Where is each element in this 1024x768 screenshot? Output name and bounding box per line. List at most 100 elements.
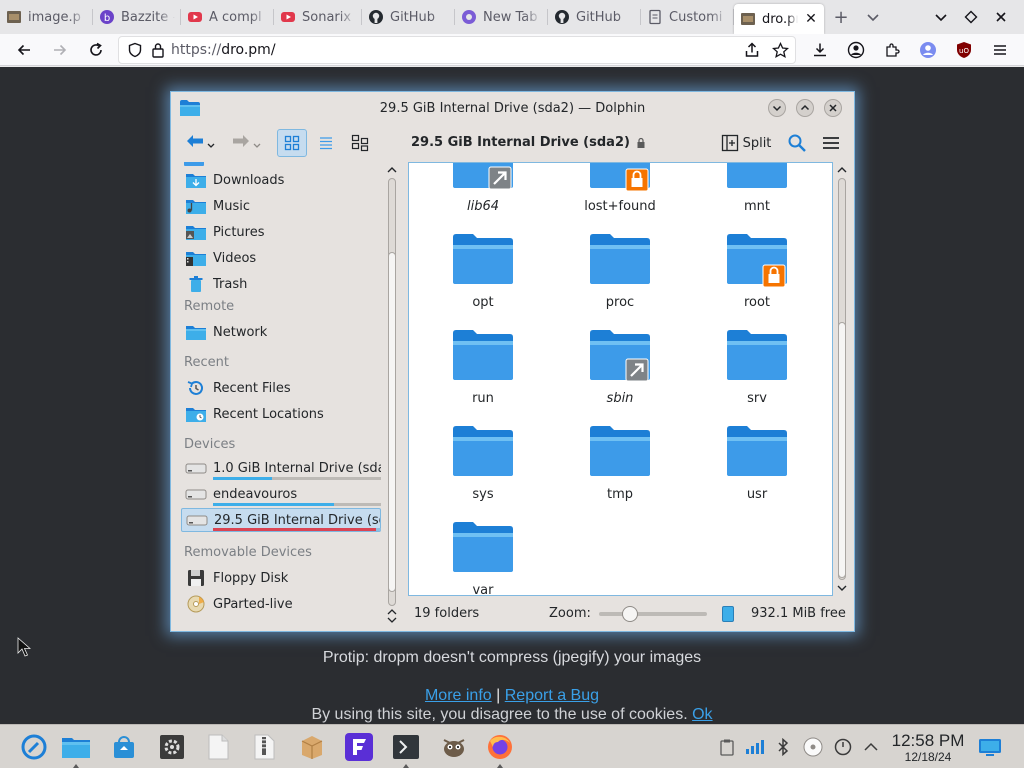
- icons-view-button[interactable]: [277, 129, 307, 157]
- folder-item-sys[interactable]: sys: [428, 421, 538, 513]
- padlock-icon[interactable]: [151, 42, 165, 58]
- forward-button[interactable]: [46, 36, 74, 64]
- ublock-button[interactable]: uO: [950, 36, 978, 64]
- sidebar-item-network[interactable]: Network: [181, 320, 381, 344]
- split-button[interactable]: Split: [717, 129, 775, 157]
- bookmark-star-icon[interactable]: [772, 41, 789, 59]
- zoom-slider-handle[interactable]: [622, 606, 638, 622]
- hamburger-menu-button[interactable]: [817, 129, 845, 157]
- dolphin-icon[interactable]: [58, 729, 94, 768]
- browser-tab[interactable]: Sonarix: [274, 0, 362, 34]
- report-bug-link[interactable]: Report a Bug: [505, 687, 599, 704]
- more-info-link[interactable]: More info: [425, 687, 492, 704]
- browser-tab[interactable]: New Tab: [455, 0, 548, 34]
- sidebar-item-music[interactable]: Music: [181, 194, 381, 218]
- konsole-icon[interactable]: [388, 729, 424, 768]
- sidebar-item-pictures[interactable]: Pictures: [181, 220, 381, 244]
- zoom-slider[interactable]: [599, 606, 707, 622]
- sidebar-item-trash[interactable]: Trash: [181, 272, 381, 296]
- endeavouros-welcome-icon[interactable]: [341, 729, 377, 765]
- svg-text:uO: uO: [959, 47, 969, 55]
- browser-tab[interactable]: A compl: [181, 0, 274, 34]
- discover-icon[interactable]: [106, 729, 142, 765]
- folder-item-root[interactable]: root: [702, 229, 812, 321]
- cookie-ok-link[interactable]: Ok: [692, 706, 712, 723]
- firefox-icon[interactable]: [482, 729, 518, 768]
- browser-tab[interactable]: GitHub: [548, 0, 641, 34]
- browser-tab[interactable]: GitHub: [362, 0, 455, 34]
- folder-item-proc[interactable]: proc: [565, 229, 675, 321]
- close-button[interactable]: [824, 99, 842, 117]
- optical-media-tray-icon[interactable]: [802, 736, 824, 758]
- tab-overflow-chevron-icon[interactable]: [858, 2, 888, 32]
- archive-icon[interactable]: [246, 729, 282, 765]
- folder-item-srv[interactable]: srv: [702, 325, 812, 417]
- profile-button[interactable]: [914, 36, 942, 64]
- file-view-scrollbar[interactable]: [835, 162, 849, 596]
- sidebar-item-videos[interactable]: Videos: [181, 246, 381, 270]
- browser-tab[interactable]: Customi: [641, 0, 734, 34]
- package-icon[interactable]: [294, 729, 330, 765]
- folder-item-usr[interactable]: usr: [702, 421, 812, 513]
- window-close-icon[interactable]: [986, 2, 1016, 32]
- folder-item-var[interactable]: var: [428, 517, 538, 595]
- forward-button[interactable]: [225, 129, 263, 157]
- sidebar-item-recent-locations[interactable]: Recent Locations: [181, 402, 381, 426]
- file-view-scroll-thumb[interactable]: [838, 322, 846, 578]
- share-icon[interactable]: [744, 42, 760, 58]
- new-tab-button[interactable]: +: [824, 2, 858, 32]
- list-all-tabs-chevron-icon[interactable]: [926, 2, 956, 32]
- folder-name: lib64: [466, 199, 500, 214]
- clock-time[interactable]: 12:58 PM: [890, 731, 966, 751]
- compact-view-button[interactable]: [345, 129, 375, 157]
- extensions-button[interactable]: [878, 36, 906, 64]
- folder-item-tmp[interactable]: tmp: [565, 421, 675, 513]
- folder-item-opt[interactable]: opt: [428, 229, 538, 321]
- file-view[interactable]: lib64 lost+found mnt opt proc root run sbin srv s…: [408, 162, 833, 596]
- tracking-protection-shield-icon[interactable]: [127, 42, 143, 58]
- back-button[interactable]: [10, 36, 38, 64]
- network-icon[interactable]: [744, 736, 766, 758]
- browser-tab-active[interactable]: dro.pr ✕: [734, 4, 824, 34]
- app-launcher-icon[interactable]: [16, 729, 52, 765]
- drive-usage-bar: [213, 528, 381, 531]
- folder-icon: [725, 163, 789, 193]
- folder-item-sbin[interactable]: sbin: [565, 325, 675, 417]
- folder-item-lib64[interactable]: lib64: [428, 163, 538, 225]
- sidebar-scroll-thumb[interactable]: [388, 252, 396, 592]
- downloads-button[interactable]: [806, 36, 834, 64]
- folder-item-mnt[interactable]: mnt: [702, 163, 812, 225]
- clipboard-icon[interactable]: [716, 736, 738, 758]
- folder-item-run[interactable]: run: [428, 325, 538, 417]
- location-label[interactable]: 29.5 GiB Internal Drive (sda2): [411, 135, 646, 150]
- folder-item-lost-found[interactable]: lost+found: [565, 163, 675, 225]
- text-editor-icon[interactable]: [200, 729, 236, 765]
- music-folder-icon: [185, 195, 207, 217]
- browser-tab[interactable]: image.p: [0, 0, 93, 34]
- sidebar-scrollbar[interactable]: [385, 162, 399, 624]
- reload-button[interactable]: [82, 36, 110, 64]
- bluetooth-icon[interactable]: [772, 736, 794, 758]
- account-button[interactable]: [842, 36, 870, 64]
- sidebar-item-recent-files[interactable]: Recent Files: [181, 376, 381, 400]
- clock-date[interactable]: 12/18/24: [890, 750, 966, 764]
- menu-button[interactable]: [986, 36, 1014, 64]
- power-profile-icon[interactable]: [832, 736, 854, 758]
- window-restore-icon[interactable]: [956, 2, 986, 32]
- maximize-button[interactable]: [796, 99, 814, 117]
- browser-tab[interactable]: b Bazzite –: [93, 0, 181, 34]
- back-button[interactable]: [181, 129, 219, 157]
- search-button[interactable]: [783, 129, 811, 157]
- url-bar[interactable]: https://dro.pm/: [118, 36, 796, 64]
- show-hidden-chevron-icon[interactable]: [860, 736, 882, 758]
- close-tab-icon[interactable]: ✕: [804, 11, 818, 27]
- show-desktop-icon[interactable]: [977, 736, 1003, 758]
- minimize-button[interactable]: [768, 99, 786, 117]
- details-view-button[interactable]: [311, 129, 341, 157]
- system-settings-icon[interactable]: [154, 729, 190, 765]
- gimp-icon[interactable]: [436, 729, 472, 765]
- sidebar-item-floppy[interactable]: Floppy Disk: [181, 566, 381, 590]
- window-titlebar[interactable]: 29.5 GiB Internal Drive (sda2) — Dolphin: [171, 92, 854, 124]
- url-text[interactable]: https://dro.pm/: [171, 42, 276, 58]
- sidebar-item-downloads[interactable]: Downloads: [181, 168, 381, 192]
